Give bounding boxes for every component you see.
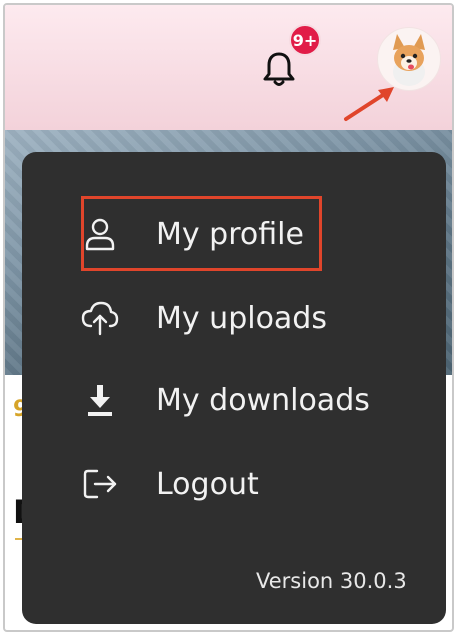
app-version-label: Version 30.0.3 [256,569,407,593]
menu-item-label: My uploads [156,300,327,336]
annotation-highlight-box [81,196,322,271]
menu-item-label: Logout [156,466,259,502]
notification-badge: 9+ [289,24,321,56]
notification-bell-icon[interactable] [262,50,296,88]
menu-item-label: My downloads [156,382,370,418]
download-icon [80,380,120,420]
cloud-upload-icon [80,298,120,338]
logout-icon [80,464,120,504]
menu-item-my-uploads[interactable]: My uploads [80,294,327,342]
annotation-arrow-icon [344,87,394,121]
menu-item-my-downloads[interactable]: My downloads [80,376,370,424]
menu-item-logout[interactable]: Logout [80,460,259,508]
